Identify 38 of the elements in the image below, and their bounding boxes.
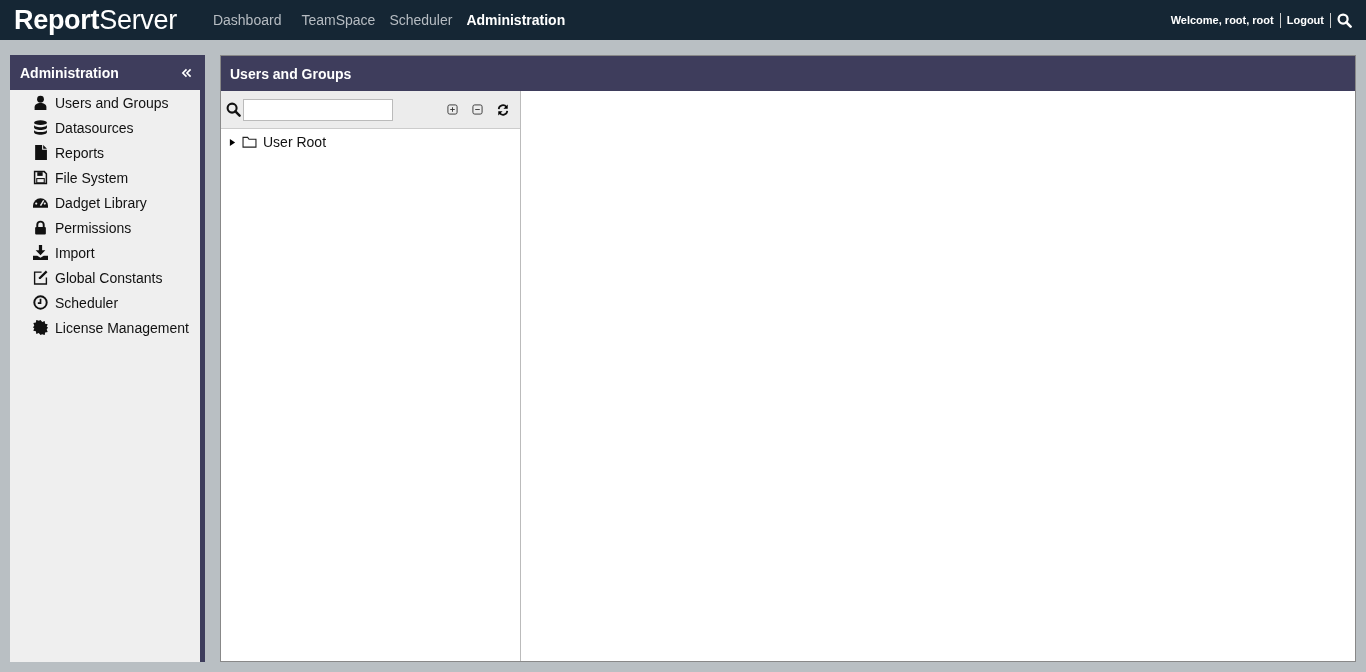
sidebar-item[interactable]: Global Constants [10, 265, 200, 290]
sidebar-item[interactable]: Scheduler [10, 290, 200, 315]
logo[interactable]: ReportServer [14, 4, 177, 36]
user-icon [33, 95, 48, 110]
logout-link[interactable]: Logout [1286, 14, 1324, 26]
refresh-icon[interactable] [497, 103, 509, 116]
panel-title: Users and Groups [230, 65, 352, 82]
folder-icon [242, 136, 257, 148]
nav-link[interactable]: Administration [466, 12, 566, 28]
sidebar-item[interactable]: Import [10, 240, 200, 265]
database-icon [33, 120, 48, 135]
clock-icon [33, 295, 48, 310]
tree-node[interactable]: User Root [221, 129, 520, 155]
nav-link[interactable]: Dashboard [212, 12, 282, 28]
sidebar-item[interactable]: Dadget Library [10, 190, 200, 215]
collapse-all-icon[interactable] [472, 104, 483, 115]
certificate-icon [33, 320, 48, 335]
sidebar-item[interactable]: Datasources [10, 115, 200, 140]
expand-all-icon[interactable] [447, 104, 458, 115]
gauge-icon [33, 195, 48, 210]
sidebar-item[interactable]: Users and Groups [10, 90, 200, 115]
search-icon [226, 102, 241, 117]
collapse-icon[interactable] [181, 67, 192, 78]
search-field[interactable] [243, 98, 393, 121]
download-icon [33, 245, 48, 260]
search-icon[interactable] [1337, 12, 1352, 28]
document-icon [33, 145, 48, 160]
nav-link[interactable]: Scheduler [389, 12, 453, 28]
sidebar-title: Administration [20, 64, 119, 81]
sidebar-item[interactable]: Permissions [10, 215, 200, 240]
expander-icon[interactable] [229, 137, 236, 147]
sidebar-item[interactable]: File System [10, 165, 200, 190]
sidebar-item[interactable]: Reports [10, 140, 200, 165]
edit-icon [33, 270, 48, 285]
lock-icon [33, 220, 48, 235]
sidebar-item[interactable]: License Management [10, 315, 200, 340]
welcome-text: Welcome, root, root [1170, 14, 1274, 26]
nav-link[interactable]: TeamSpace [301, 12, 376, 28]
